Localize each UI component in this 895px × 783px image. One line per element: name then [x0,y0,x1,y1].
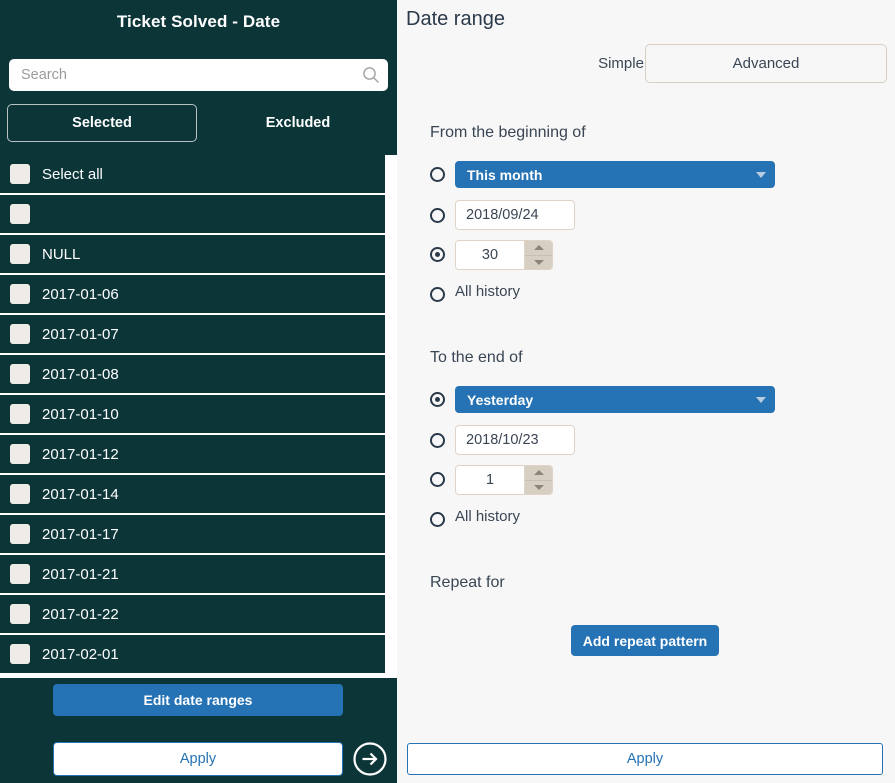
search-input[interactable] [9,59,354,91]
to-preset-select[interactable]: Yesterday [455,386,775,413]
list-item[interactable]: 2017-01-17 [0,515,385,555]
to-all-history-radio[interactable] [430,512,445,527]
list-item[interactable]: 2017-01-12 [0,435,385,475]
spinner-up-icon[interactable] [525,241,552,255]
list-item-label: Select all [42,165,103,183]
search-box[interactable] [9,59,388,91]
list-item[interactable]: 2017-01-06 [0,275,385,315]
list-item[interactable]: 2017-02-01 [0,635,385,675]
to-preset-radio[interactable] [430,392,445,407]
list-item-checkbox[interactable] [10,564,30,584]
list-item[interactable]: 2017-01-21 [0,555,385,595]
list-item[interactable]: 2017-01-08 [0,355,385,395]
list-item[interactable]: 2017-01-07 [0,315,385,355]
list-item-label: 2017-01-06 [42,285,119,303]
list-item-label: 2017-01-17 [42,525,119,543]
list-item-checkbox[interactable] [10,604,30,624]
list-item-checkbox[interactable] [10,484,30,504]
list-item-checkbox[interactable] [10,364,30,384]
sidebar-apply-button[interactable]: Apply [53,742,343,776]
list-item-label: 2017-01-22 [42,605,119,623]
list-item[interactable]: 2017-01-10 [0,395,385,435]
to-relative-radio[interactable] [430,472,445,487]
sidebar-title: Ticket Solved - Date [116,12,281,31]
chevron-down-icon [756,396,766,403]
panel-title: Date range [406,8,505,30]
selection-tabs: Selected Excluded [7,104,390,142]
from-relative-amount-input[interactable] [456,241,524,269]
to-all-history-label: All history [455,508,521,525]
list-item-checkbox[interactable] [10,204,30,224]
list-item-checkbox[interactable] [10,524,30,544]
tab-excluded[interactable]: Excluded [203,104,393,142]
repeat-section-heading: Repeat for [430,574,505,591]
search-icon[interactable] [354,66,388,84]
list-item-label: 2017-02-01 [42,645,119,663]
list-item-label: 2017-01-07 [42,325,119,343]
add-repeat-pattern-button[interactable]: Add repeat pattern [571,625,719,656]
from-preset-radio[interactable] [430,167,445,182]
value-list-scroll[interactable]: Select all NULL 2017-01-06 2017-01-07 2017-0… [0,155,397,678]
list-item-checkbox[interactable] [10,244,30,264]
list-item-label: 2017-01-14 [42,485,119,503]
tab-advanced[interactable]: Advanced [645,44,887,83]
from-date-radio[interactable] [430,208,445,223]
list-item[interactable]: Select all [0,155,385,195]
list-item-checkbox[interactable] [10,324,30,344]
to-relative-amount-stepper[interactable] [455,465,553,495]
to-preset-value: Yesterday [467,391,534,408]
to-date-input[interactable] [455,425,575,455]
to-relative-amount-input[interactable] [456,466,524,494]
arrow-right-circle-icon[interactable] [352,741,388,777]
filter-sidebar: Ticket Solved - Date Selected Excluded S… [0,0,397,783]
edit-date-ranges-button[interactable]: Edit date ranges [53,684,343,716]
from-all-history-label: All history [455,283,521,300]
from-section-heading: From the beginning of [430,124,586,141]
to-date-radio[interactable] [430,433,445,448]
date-filter-screen: Ticket Solved - Date Selected Excluded S… [0,0,895,783]
list-item-label: NULL [42,245,81,263]
list-item-checkbox[interactable] [10,284,30,304]
list-item-label: 2017-01-21 [42,565,119,583]
value-list-container: Select all NULL 2017-01-06 2017-01-07 2017-0… [0,155,397,678]
from-date-input[interactable] [455,200,575,230]
list-item-label: 2017-01-10 [42,405,119,423]
list-item[interactable] [0,195,385,235]
to-amount-spinner[interactable] [524,466,552,494]
to-section-heading: To the end of [430,349,523,366]
from-amount-spinner[interactable] [524,241,552,269]
from-relative-radio[interactable] [430,247,445,262]
from-preset-select[interactable]: This month [455,161,775,188]
from-all-history-radio[interactable] [430,287,445,302]
spinner-up-icon[interactable] [525,466,552,480]
spinner-down-icon[interactable] [525,254,552,270]
from-relative-amount-stepper[interactable] [455,240,553,270]
date-range-panel: Date range Simple Advanced From the begi… [397,0,895,783]
list-item[interactable]: 2017-01-14 [0,475,385,515]
list-item-label: 2017-01-12 [42,445,119,463]
list-item[interactable]: NULL [0,235,385,275]
chevron-down-icon [756,171,766,178]
list-item-checkbox[interactable] [10,404,30,424]
panel-apply-button[interactable]: Apply [407,743,883,775]
list-item-checkbox[interactable] [10,444,30,464]
from-preset-value: This month [467,166,543,183]
spinner-down-icon[interactable] [525,479,552,495]
list-item-checkbox[interactable] [10,644,30,664]
list-item[interactable]: 2017-01-22 [0,595,385,635]
list-item-label: 2017-01-08 [42,365,119,383]
list-item-checkbox[interactable] [10,164,30,184]
tab-selected[interactable]: Selected [7,104,197,142]
